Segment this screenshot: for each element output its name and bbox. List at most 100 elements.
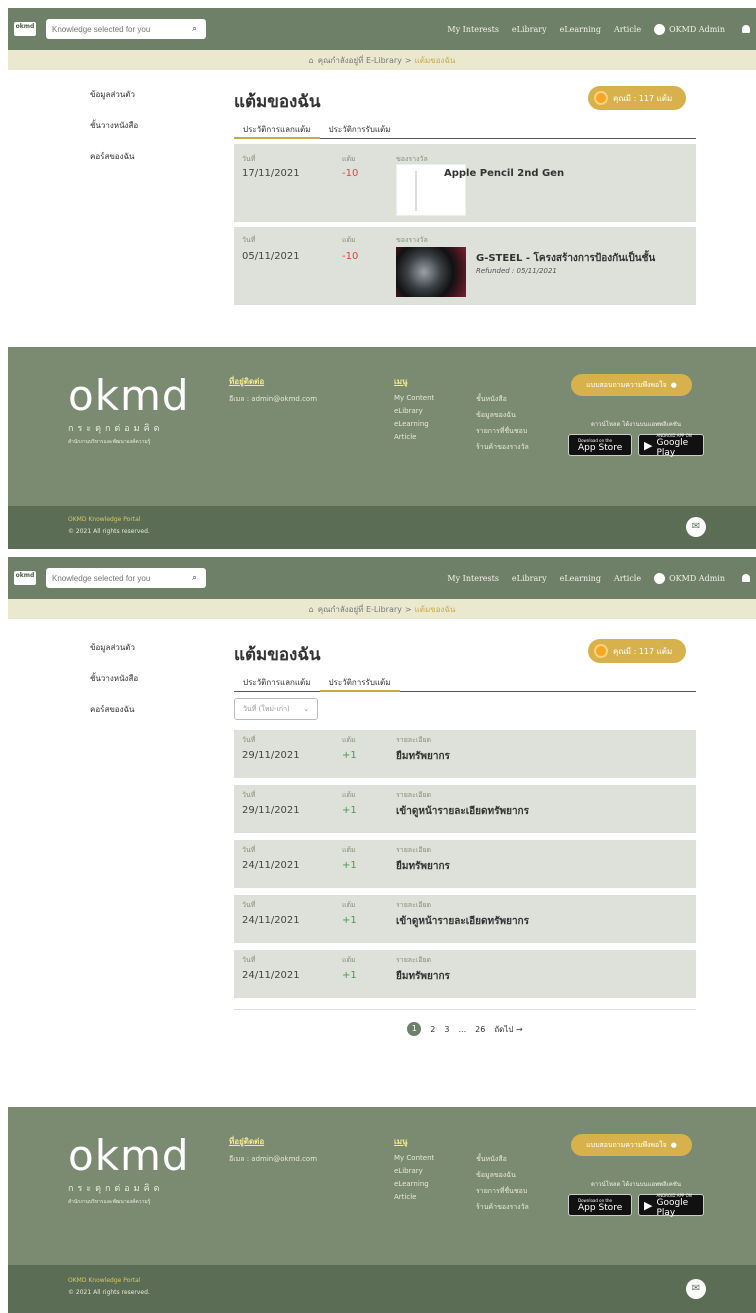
copyright: © 2021 All rights reserved. xyxy=(68,1289,150,1296)
points-label: แต้ม xyxy=(342,956,356,964)
sort-select[interactable]: วันที่ (ใหม่-เก่า) ⌄ xyxy=(234,698,318,720)
download-text: ดาวน์โหลด ได้งานบนแอพพลิเคชัน xyxy=(591,1181,681,1188)
breadcrumb-current: แต้มของฉัน xyxy=(414,55,456,65)
download-text: ดาวน์โหลด ได้งานบนแอพพลิเคชัน xyxy=(591,421,681,428)
nav-article[interactable]: Article xyxy=(614,25,641,34)
nav-elearning[interactable]: eLearning xyxy=(560,574,601,583)
survey-button[interactable]: แบบสอบถามความพึงพอใจ ● xyxy=(571,1134,692,1156)
points-text: คุณมี : 117 แต้ม xyxy=(613,646,673,656)
search-input[interactable] xyxy=(52,573,192,583)
okmd-logo[interactable]: okmd xyxy=(14,571,36,585)
sidebar-item-courses[interactable]: คอร์สของฉัน xyxy=(90,150,138,163)
points-label: แต้ม xyxy=(342,236,356,244)
footer-link[interactable]: eLearning xyxy=(394,420,434,428)
footer-contact: ที่อยู่ติดต่อ อีเมล : admin@okmd.com xyxy=(229,1135,317,1170)
earn-card: วันที่ 24/11/2021 แต้ม +1 รายละเอียด เข้… xyxy=(234,895,696,943)
nav-elibrary[interactable]: eLibrary xyxy=(512,574,547,583)
sidebar-item-bookshelf[interactable]: ชั้นวางหนังสือ xyxy=(90,672,138,685)
portal-name: OKMD Knowledge Portal xyxy=(68,516,141,523)
home-icon[interactable]: ⌂ xyxy=(309,56,314,65)
page-26[interactable]: 26 xyxy=(475,1025,485,1034)
footer-menu: เมนู My Content eLibrary eLearning Artic… xyxy=(394,1135,434,1206)
bell-icon[interactable] xyxy=(742,25,750,33)
footer-link[interactable]: My Content xyxy=(394,394,434,402)
footer-link[interactable]: ข้อมูลของฉัน xyxy=(476,410,529,421)
nav-elibrary[interactable]: eLibrary xyxy=(512,25,547,34)
search-input[interactable] xyxy=(52,24,192,34)
mail-icon[interactable]: ✉ xyxy=(686,517,706,537)
earn-date: 29/11/2021 xyxy=(242,805,300,816)
sidebar-item-profile[interactable]: ข้อมูลส่วนตัว xyxy=(90,88,138,101)
app-store-button[interactable]: Download on the App Store xyxy=(568,434,632,456)
google-play-button[interactable]: ▶ ANDROID APP ON Google Play xyxy=(638,433,704,458)
footer-link[interactable]: ชั้นหนังสือ xyxy=(476,394,529,405)
user-name: OKMD Admin xyxy=(669,573,725,583)
footer-link[interactable]: ร้านค้าของรางวัล xyxy=(476,1202,529,1213)
sidebar-item-bookshelf[interactable]: ชั้นวางหนังสือ xyxy=(90,119,138,132)
points-tabs: ประวัติการแลกแต้ม ประวัติการรับแต้ม xyxy=(234,672,696,692)
user-menu[interactable]: OKMD Admin xyxy=(654,23,725,35)
footer-link[interactable]: ร้านค้าของรางวัล xyxy=(476,442,529,453)
footer-link[interactable]: eLearning xyxy=(394,1180,434,1188)
tab-redeem-history[interactable]: ประวัติการแลกแต้ม xyxy=(234,672,320,692)
home-icon[interactable]: ⌂ xyxy=(309,605,314,614)
search-icon[interactable]: ⌕ xyxy=(192,573,197,583)
earn-points: +1 xyxy=(342,970,357,981)
nav-my-interests[interactable]: My Interests xyxy=(447,574,499,583)
app-store-button[interactable]: Download on the App Store xyxy=(568,1194,632,1216)
redeem-points: -10 xyxy=(342,168,359,179)
reward-name: G-STEEL - โครงสร้างการป้องกันเป็นชั้น xyxy=(476,253,656,264)
nav-my-interests[interactable]: My Interests xyxy=(447,25,499,34)
menu-heading: เมนู xyxy=(394,377,408,386)
date-label: วันที่ xyxy=(242,846,256,854)
footer-link[interactable]: ข้อมูลของฉัน xyxy=(476,1170,529,1181)
bell-icon[interactable] xyxy=(742,574,750,582)
footer-contact: ที่อยู่ติดต่อ อีเมล : admin@okmd.com xyxy=(229,375,317,410)
nav-elearning[interactable]: eLearning xyxy=(560,25,601,34)
date-label: วันที่ xyxy=(242,901,256,909)
search-box[interactable]: ⌕ xyxy=(46,568,206,588)
next-page[interactable]: ถัดไป → xyxy=(494,1023,522,1036)
points-tabs: ประวัติการแลกแต้ม ประวัติการรับแต้ม xyxy=(234,119,696,139)
detail-label: รายละเอียด xyxy=(396,736,432,744)
footer-link[interactable]: ชั้นหนังสือ xyxy=(476,1154,529,1165)
sidebar-item-courses[interactable]: คอร์สของฉัน xyxy=(90,703,138,716)
footer-link[interactable]: eLibrary xyxy=(394,1167,434,1175)
contact-email[interactable]: อีเมล : admin@okmd.com xyxy=(229,394,317,405)
page-3[interactable]: 3 xyxy=(444,1025,449,1034)
date-label: วันที่ xyxy=(242,236,256,244)
breadcrumb-prefix[interactable]: คุณกำลังอยู่ที่ E-Library xyxy=(318,603,402,616)
page-2[interactable]: 2 xyxy=(430,1025,435,1034)
sidebar-item-profile[interactable]: ข้อมูลส่วนตัว xyxy=(90,641,138,654)
footer-link[interactable]: รายการที่ชื่นชอบ xyxy=(476,426,529,437)
reward-image xyxy=(396,247,466,297)
search-icon[interactable]: ⌕ xyxy=(192,24,197,34)
footer-link[interactable]: My Content xyxy=(394,1154,434,1162)
search-box[interactable]: ⌕ xyxy=(46,19,206,39)
survey-button[interactable]: แบบสอบถามความพึงพอใจ ● xyxy=(571,374,692,396)
top-navbar: okmd ⌕ My Interests eLibrary eLearning A… xyxy=(8,8,756,50)
date-label: วันที่ xyxy=(242,791,256,799)
footer-link[interactable]: eLibrary xyxy=(394,407,434,415)
okmd-logo[interactable]: okmd xyxy=(14,22,36,36)
earn-points: +1 xyxy=(342,750,357,761)
page-1[interactable]: 1 xyxy=(407,1022,422,1036)
refund-note: Refunded : 05/11/2021 xyxy=(476,267,557,275)
footer-link[interactable]: Article xyxy=(394,433,434,441)
tab-redeem-history[interactable]: ประวัติการแลกแต้ม xyxy=(234,119,320,139)
sidebar: ข้อมูลส่วนตัว ชั้นวางหนังสือ คอร์สของฉัน xyxy=(90,88,138,181)
footer-link[interactable]: รายการที่ชื่นชอบ xyxy=(476,1186,529,1197)
nav-article[interactable]: Article xyxy=(614,574,641,583)
breadcrumb-prefix[interactable]: คุณกำลังอยู่ที่ E-Library xyxy=(318,54,402,67)
mail-icon[interactable]: ✉ xyxy=(686,1279,706,1299)
contact-email[interactable]: อีเมล : admin@okmd.com xyxy=(229,1154,317,1165)
user-menu[interactable]: OKMD Admin xyxy=(654,572,725,584)
redeem-date: 17/11/2021 xyxy=(242,168,300,179)
footer-link[interactable]: Article xyxy=(394,1193,434,1201)
detail-label: รายละเอียด xyxy=(396,956,432,964)
tab-earn-history[interactable]: ประวัติการรับแต้ม xyxy=(319,672,400,692)
google-play-button[interactable]: ▶ ANDROID APP ON Google Play xyxy=(638,1193,704,1218)
pagination: 1 2 3 ... 26 ถัดไป → xyxy=(234,1009,696,1036)
points-label: แต้ม xyxy=(342,901,356,909)
tab-earn-history[interactable]: ประวัติการรับแต้ม xyxy=(320,119,400,139)
